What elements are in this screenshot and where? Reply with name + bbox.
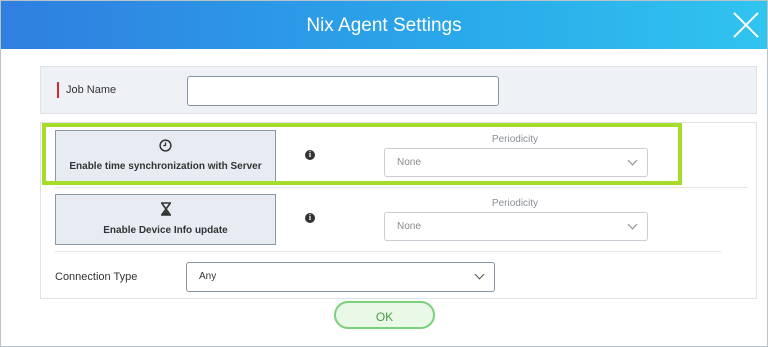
device-info-info-icon[interactable]: i [305,213,315,223]
device-info-periodicity-value: None [397,221,421,232]
hourglass-icon [160,202,171,216]
connection-type-value: Any [199,271,217,282]
close-icon[interactable] [731,10,761,40]
ok-button[interactable]: OK [334,301,435,329]
enable-device-info-button[interactable]: Enable Device Info update [55,194,276,245]
time-sync-periodicity-select[interactable]: None [384,148,648,177]
connection-type-label: Connection Type [55,271,138,283]
row-divider [55,251,721,252]
chevron-down-icon [627,219,638,230]
enable-time-sync-button[interactable]: Enable time synchronization with Server [55,130,276,183]
clock-icon [159,139,172,152]
chevron-down-icon [627,155,638,166]
ok-label: OK [375,310,394,324]
job-name-row: Job Name [40,66,757,114]
time-sync-periodicity-value: None [397,157,421,168]
device-info-periodicity-label: Periodicity [491,198,539,209]
enable-time-sync-label: Enable time synchronization with Server [69,161,262,172]
dialog-header: Nix Agent Settings [1,1,767,49]
connection-type-select[interactable]: Any [186,262,495,292]
row-divider [55,187,748,188]
settings-panel: Enable time synchronization with Server … [40,122,757,299]
enable-device-info-label: Enable Device Info update [103,225,228,236]
time-sync-periodicity-label: Periodicity [491,134,539,145]
chevron-down-icon [474,269,485,280]
required-marker [57,82,59,98]
time-sync-info-icon[interactable]: i [305,150,315,160]
device-info-periodicity-select[interactable]: None [384,212,648,241]
job-name-label: Job Name [66,84,117,96]
dialog-title: Nix Agent Settings [306,15,462,36]
job-name-input[interactable] [187,76,499,106]
nix-agent-settings-dialog: Nix Agent Settings Job Name Enable time … [0,0,768,347]
